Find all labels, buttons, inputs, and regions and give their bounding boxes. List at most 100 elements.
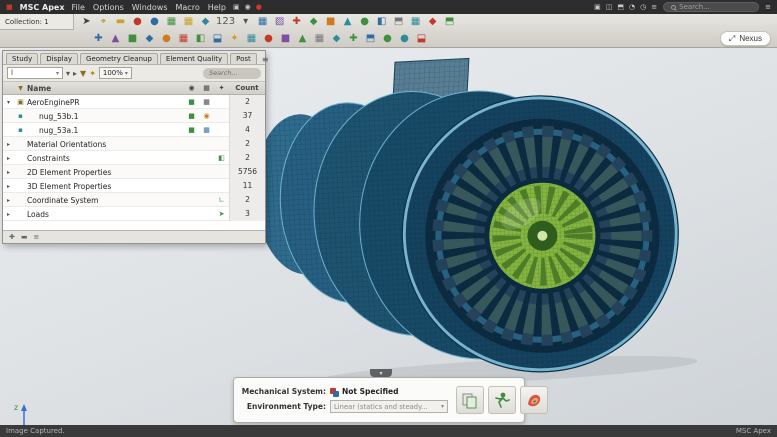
orange-dot-icon[interactable]: ● (160, 32, 173, 46)
list-icon[interactable]: ≡ (651, 3, 657, 11)
pie-icon[interactable]: ◔ (629, 3, 635, 11)
purple-square-icon[interactable]: ■ (279, 32, 292, 46)
table-row[interactable]: ▸ 2D Element Properties 5756 (3, 165, 265, 179)
panel-tab[interactable]: Geometry Cleanup (80, 53, 158, 64)
red-point-icon[interactable]: ● (131, 15, 144, 29)
blue-box-icon[interactable]: ⬓ (211, 32, 224, 46)
expand-all-icon[interactable]: ▾ (66, 69, 70, 78)
plane-tool-icon[interactable]: ▬ (114, 15, 127, 29)
menu-item[interactable]: Macro (176, 3, 200, 12)
row-badge-1[interactable]: ■ (184, 112, 199, 120)
blue-half-icon[interactable]: ◧ (375, 15, 388, 29)
menu-item[interactable]: Help (208, 3, 226, 12)
funnel-icon[interactable]: ▼ (14, 85, 27, 92)
table-row[interactable]: ▸ 3D Element Properties 11 (3, 179, 265, 193)
row-badge-2[interactable]: ◉ (199, 112, 214, 120)
table-row[interactable]: ▾ ▣ AeroEnginePR ■ ▦ 2 (3, 95, 265, 109)
green-half-icon[interactable]: ◧ (194, 32, 207, 46)
row-expander[interactable]: ▸ (3, 169, 14, 176)
scenario-settings-button[interactable] (456, 386, 484, 414)
run-analysis-button[interactable] (488, 386, 516, 414)
blue-cube-icon[interactable]: ⬒ (364, 32, 377, 46)
blue-add-icon[interactable]: ✚ (92, 32, 105, 46)
panel-tab[interactable]: Element Quality (160, 53, 228, 64)
row-expander[interactable]: ▸ (3, 141, 14, 148)
select-cursor-icon[interactable]: ➤ (80, 15, 93, 29)
zoom-level-select[interactable]: 100% ▾ (99, 67, 132, 79)
display-icon[interactable]: ▣ (594, 3, 601, 11)
gold-star-icon[interactable]: ✦ (228, 32, 241, 46)
blue-point-icon[interactable]: ● (148, 15, 161, 29)
green-sphere-icon[interactable]: ● (358, 15, 371, 29)
row-badge-2[interactable]: ▦ (199, 126, 214, 134)
panel-collapse-handle[interactable]: ▾ (370, 369, 392, 377)
more-icon[interactable]: ≡ (765, 3, 771, 11)
count-column-header[interactable]: Count (229, 84, 265, 92)
row-expander[interactable]: ▸ (3, 183, 14, 190)
environment-type-select[interactable]: Linear (statics and steady... ▾ (330, 400, 448, 413)
list-options-icon[interactable]: ≡ (34, 233, 40, 241)
gray-grid-icon[interactable]: ▦ (313, 32, 326, 46)
panel-search-input[interactable]: Search... (203, 68, 261, 79)
camera-icon[interactable]: ◉ (245, 3, 251, 11)
collection-tab[interactable]: Collection: 1 (0, 14, 74, 30)
model-filter-select[interactable]: l ▾ (7, 67, 63, 79)
orange-square-icon[interactable]: ■ (324, 15, 337, 29)
red-add-icon[interactable]: ✚ (290, 15, 303, 29)
teal-grid-icon[interactable]: ▦ (409, 15, 422, 29)
row-badge-3[interactable]: ➤ (214, 210, 229, 218)
name-column-header[interactable]: Name (27, 84, 184, 93)
table-row[interactable]: ▸ Material Orientations 2 (3, 137, 265, 151)
yellow-mesh-icon[interactable]: ▦ (182, 15, 195, 29)
row-badge-3[interactable]: ◧ (214, 154, 229, 162)
row-expander[interactable]: ▸ (3, 155, 14, 162)
visibility-column-icon[interactable]: ◉ (184, 84, 199, 92)
menu-item[interactable]: File (72, 3, 85, 12)
teal-diamond-icon[interactable]: ◆ (330, 32, 343, 46)
row-badge-3[interactable]: ∟ (214, 196, 229, 204)
color-column-icon[interactable]: ✦ (214, 84, 229, 92)
green-add-icon[interactable]: ✚ (347, 32, 360, 46)
row-badge-2[interactable]: ▦ (199, 98, 214, 106)
green-diamond-icon[interactable]: ◆ (307, 15, 320, 29)
collapse-all-icon[interactable]: ▸ (73, 69, 77, 78)
nexus-button[interactable]: ⤢ Nexus (720, 31, 771, 46)
purple-triangle-icon[interactable]: ▲ (109, 32, 122, 46)
row-expander[interactable]: ▸ (3, 211, 14, 218)
gray-box-icon[interactable]: ⬒ (392, 15, 405, 29)
render-column-icon[interactable]: ▦ (199, 84, 214, 92)
green-triangle-icon[interactable]: ▲ (296, 32, 309, 46)
table-row[interactable]: ▸ Coordinate System ∟ 2 (3, 193, 265, 207)
teal-sphere-icon[interactable]: ● (398, 32, 411, 46)
panel-menu-icon[interactable]: ≡ (259, 55, 272, 64)
purple-mesh-icon[interactable]: ▨ (273, 15, 286, 29)
row-expander[interactable]: ▾ (3, 99, 14, 106)
menu-item[interactable]: Options (93, 3, 124, 12)
red-diamond-icon[interactable]: ◆ (426, 15, 439, 29)
blue-diamond-icon[interactable]: ◆ (143, 32, 156, 46)
remove-item-icon[interactable]: ▬ (21, 233, 28, 241)
add-item-icon[interactable]: ✚ (9, 233, 15, 241)
filter-icon[interactable]: ▼ (80, 69, 86, 78)
green-dot-icon[interactable]: ● (381, 32, 394, 46)
results-button[interactable] (520, 386, 548, 414)
red-grid-icon[interactable]: ▦ (177, 32, 190, 46)
record-icon[interactable]: ● (256, 3, 262, 11)
clock-icon[interactable]: ◷ (640, 3, 646, 11)
numbering-tool-label[interactable]: 123 (216, 15, 235, 29)
mechanical-system-value[interactable]: Not Specified (342, 387, 399, 396)
menubar-search-input[interactable]: Search... (663, 2, 759, 12)
teal-mesh-icon[interactable]: ▦ (245, 32, 258, 46)
panel-tab[interactable]: Study (6, 53, 38, 64)
stack-icon[interactable]: ⬒ (617, 3, 624, 11)
row-badge-1[interactable]: ■ (184, 98, 199, 106)
datum-axes-icon[interactable]: ⌖ (97, 15, 110, 29)
red-box-icon[interactable]: ⬓ (415, 32, 428, 46)
green-square-icon[interactable]: ■ (126, 32, 139, 46)
teal-triangle-icon[interactable]: ▲ (341, 15, 354, 29)
table-row[interactable]: ▸ Constraints ◧ 2 (3, 151, 265, 165)
table-row[interactable]: ▪ nug_53a.1 ■ ▦ 4 (3, 123, 265, 137)
dropdown-caret-icon[interactable]: ▾ (239, 15, 252, 29)
panel-tab[interactable]: Post (230, 53, 257, 64)
screenshot-icon[interactable]: ▣ (233, 3, 240, 11)
